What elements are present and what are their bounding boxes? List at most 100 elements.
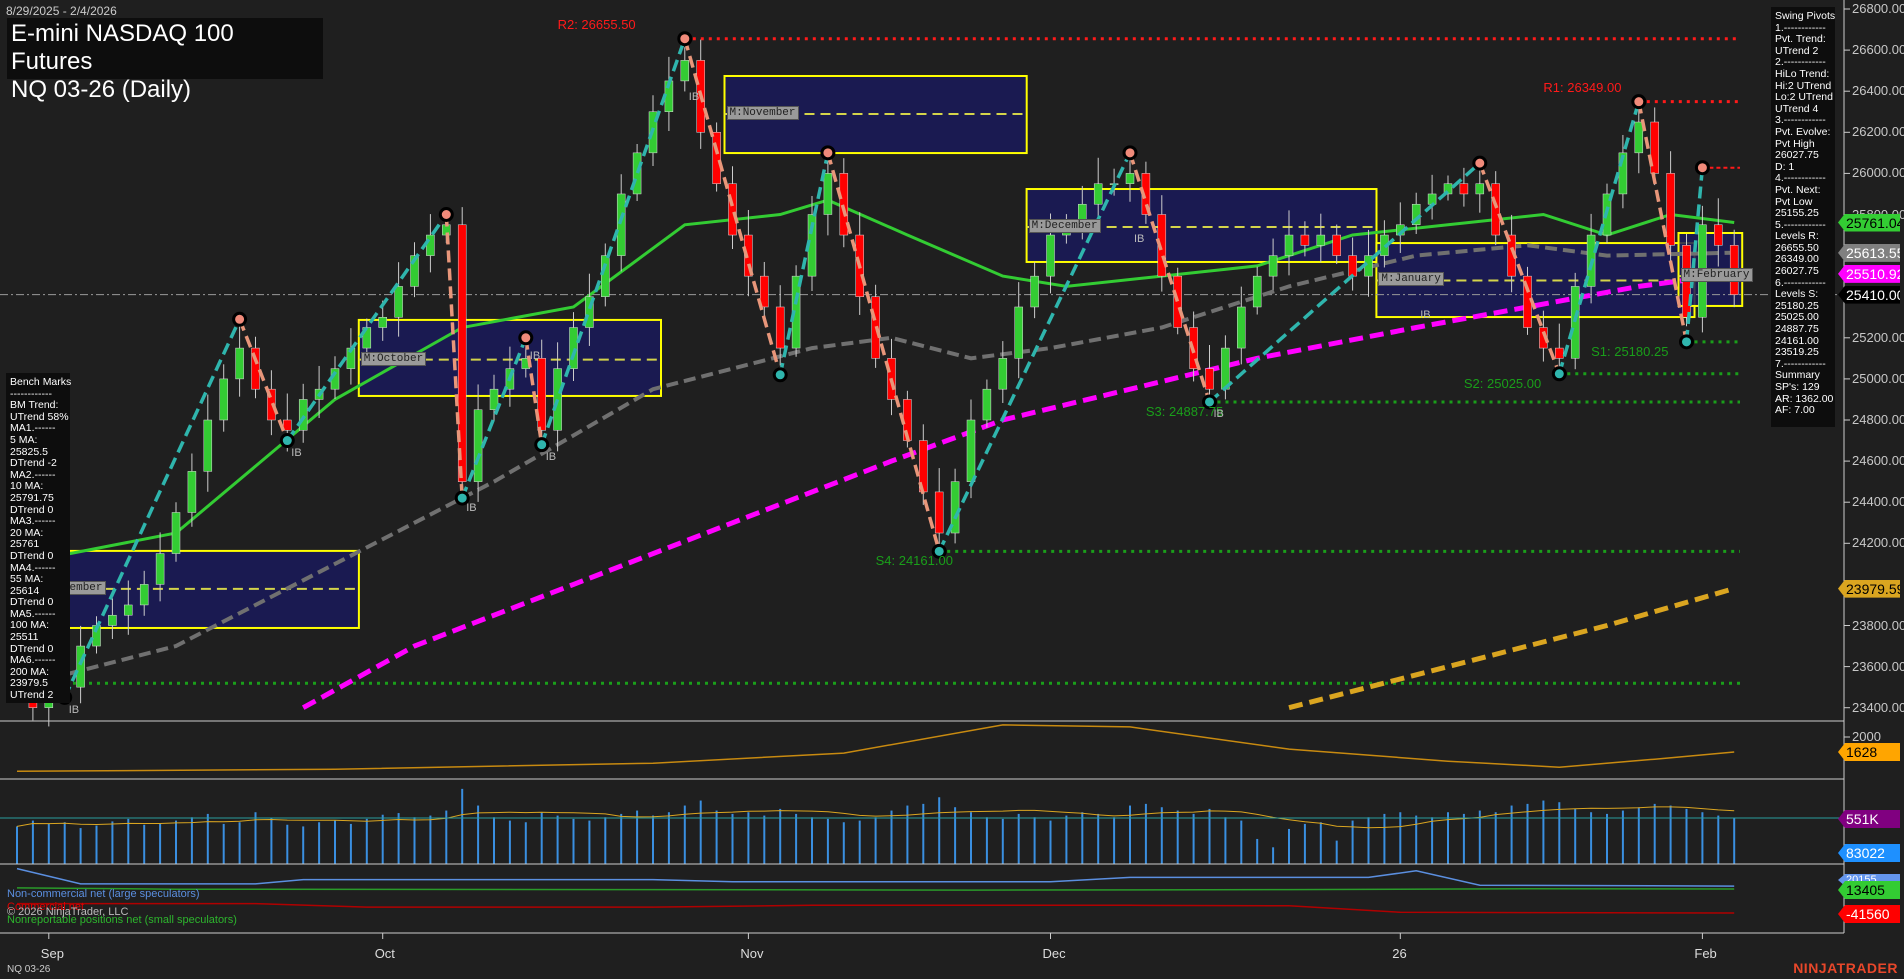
inside-bar-label: IB <box>1214 408 1224 420</box>
candle-body <box>1317 235 1325 245</box>
inside-bar-label: IB <box>291 447 301 459</box>
swing-low-marker <box>536 439 548 451</box>
candle-body <box>188 471 196 512</box>
cot-commercial-line <box>17 904 1734 913</box>
time-axis-label: Sep <box>41 946 64 961</box>
price-axis-label: 26200.00 <box>1852 124 1904 139</box>
price-axis-label: 23400.00 <box>1852 700 1904 715</box>
candle-body <box>1333 235 1341 256</box>
copyright: © 2026 NinjaTrader, LLC <box>7 906 128 918</box>
pivot-level-label: S3: 24887.75 <box>1146 404 1223 419</box>
oscillator-axis-tick: 2000 <box>1852 729 1881 744</box>
candle-body <box>617 194 625 256</box>
cot-commercial-badge: -41560 <box>1838 905 1900 923</box>
candle-body <box>1492 184 1500 235</box>
candle-body <box>729 184 737 235</box>
pivot-level-label: S1: 25180.25 <box>1591 344 1668 359</box>
swing-high-marker <box>822 147 834 159</box>
inside-bar-label: IB <box>546 451 556 463</box>
price-badge: 25613.55 <box>1838 244 1900 262</box>
price-badge: 25410.00 <box>1838 286 1900 304</box>
candle-body <box>1015 307 1023 358</box>
candle-body <box>1206 369 1214 390</box>
swing-up-leg <box>1559 102 1639 374</box>
pivot-level-label: S2: 25025.00 <box>1464 376 1541 391</box>
oscillator-value-badge: 1628 <box>1838 743 1900 761</box>
candle-body <box>1476 184 1484 194</box>
bench-marks-panel: Bench Marks ------------ BM Trend: UTren… <box>6 373 70 703</box>
inside-bar-label: IB <box>1134 233 1144 245</box>
candle-body <box>124 605 132 615</box>
candle-body <box>999 358 1007 389</box>
swing-high-marker <box>1474 157 1486 169</box>
price-badge: 25510.92 <box>1838 265 1900 283</box>
price-axis-label: 26000.00 <box>1852 165 1904 180</box>
time-axis-label: Feb <box>1694 946 1716 961</box>
pivot-level-label: R2: 26655.50 <box>558 17 636 32</box>
candle-body <box>601 256 609 297</box>
price-axis-label: 24800.00 <box>1852 412 1904 427</box>
candle-body <box>379 317 387 327</box>
candle-body <box>1237 307 1245 348</box>
chart-title-box: E-mini NASDAQ 100 Futures NQ 03-26 (Dail… <box>7 18 323 79</box>
price-axis-label: 25200.00 <box>1852 330 1904 345</box>
month-label: M:December <box>1029 219 1101 233</box>
date-range: 8/29/2025 - 2/4/2026 <box>6 4 117 18</box>
cot-noncommercial-line <box>17 869 1734 887</box>
candle-body <box>1428 194 1436 204</box>
swing-high-marker <box>520 332 532 344</box>
candle-body <box>1301 235 1309 245</box>
candle-body <box>1555 348 1563 358</box>
candle-body <box>426 235 434 256</box>
pivot-level-label: R1: 26349.00 <box>1543 80 1621 95</box>
swing-low-marker <box>1553 368 1565 380</box>
time-axis-label: Oct <box>375 946 395 961</box>
candle-body <box>967 420 975 482</box>
inside-bar-label: IB <box>689 91 699 103</box>
candle-body <box>395 286 403 317</box>
candle-body <box>1094 184 1102 205</box>
candle-body <box>935 492 943 533</box>
candle-body <box>760 276 768 307</box>
candle-body <box>713 132 721 183</box>
legend-noncommercial: Non-commercial net (large speculators) <box>7 888 200 900</box>
swing-low-marker <box>281 435 293 447</box>
price-badge: 25761.04 <box>1838 214 1900 232</box>
time-axis-label: 26 <box>1392 946 1406 961</box>
pivot-level-label: S4: 24161.00 <box>876 553 953 568</box>
candle-body <box>1571 286 1579 358</box>
candle-body <box>1269 256 1277 277</box>
candle-body <box>204 420 212 471</box>
price-axis-label: 24200.00 <box>1852 535 1904 550</box>
candle-body <box>1460 184 1468 194</box>
candle-body <box>1285 235 1293 256</box>
swing-high-marker <box>679 33 691 45</box>
candle-body <box>1174 276 1182 327</box>
candle-body <box>1047 235 1055 276</box>
candle-body <box>1635 122 1643 153</box>
candle-body <box>681 60 689 81</box>
price-axis-label: 26600.00 <box>1852 42 1904 57</box>
candle-body <box>108 615 116 625</box>
inside-bar-label: IB <box>530 350 540 362</box>
candle-body <box>1714 225 1722 246</box>
price-chart[interactable] <box>0 0 1904 979</box>
price-axis-label: 26400.00 <box>1852 83 1904 98</box>
swing-up-leg <box>65 319 240 697</box>
ninjatrader-logo: NINJATRADER <box>1793 960 1898 976</box>
swing-high-marker <box>440 209 452 221</box>
candle-body <box>633 153 641 194</box>
candle-body <box>474 410 482 482</box>
swing-down-leg <box>240 319 288 440</box>
time-axis-label: Nov <box>740 946 763 961</box>
candle-body <box>1221 348 1229 389</box>
candle-body <box>156 554 164 585</box>
month-label: M:November <box>727 106 799 120</box>
price-axis-label: 23600.00 <box>1852 659 1904 674</box>
candle-body <box>776 307 784 348</box>
candle-body <box>1126 173 1134 183</box>
candle-body <box>824 173 832 214</box>
price-axis-label: 26800.00 <box>1852 1 1904 16</box>
candle-body <box>140 584 148 605</box>
instrument-footer: NQ 03-26 <box>7 964 50 975</box>
